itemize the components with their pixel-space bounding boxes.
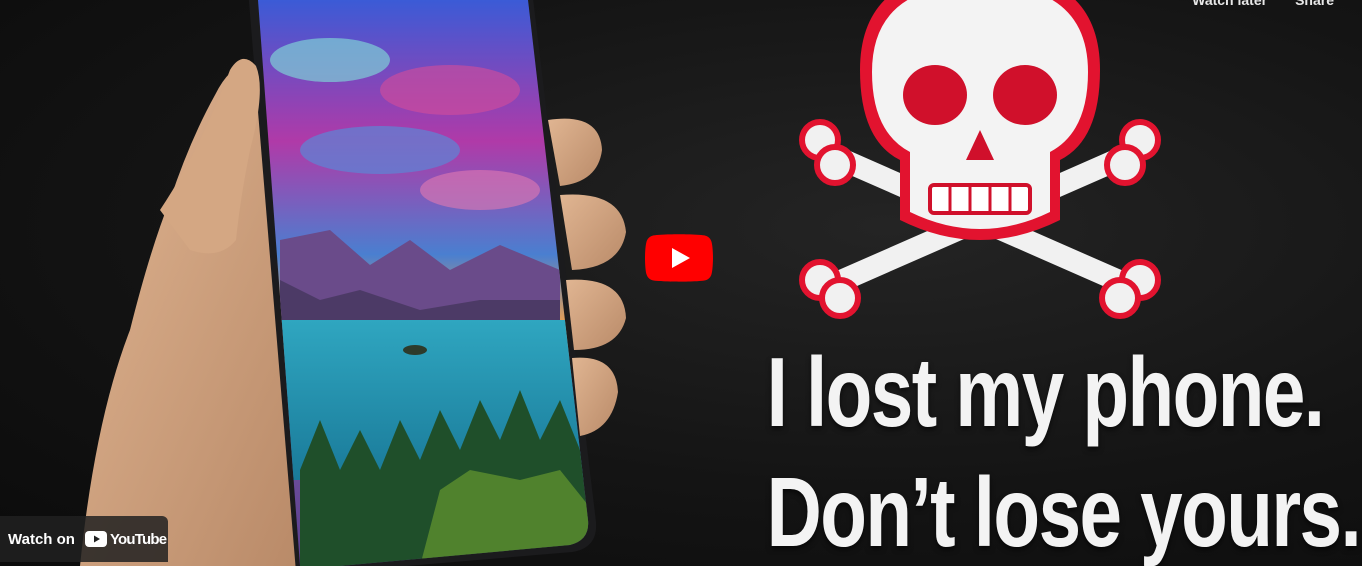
- youtube-logo: YouTube: [84, 530, 167, 548]
- phone-in-hand-image: [80, 0, 626, 566]
- headline-line-1: I lost my phone.: [766, 337, 1325, 447]
- skull-crossbones-icon: [799, 0, 1161, 319]
- watch-on-youtube-button[interactable]: Watch on YouTube: [0, 516, 168, 562]
- video-embed[interactable]: I lost my phone. Don’t lose yours. Watch…: [0, 0, 1362, 566]
- youtube-logo-icon: [84, 531, 107, 547]
- watch-on-label: Watch on: [8, 530, 75, 548]
- share-button[interactable]: Share: [1295, 0, 1334, 8]
- watch-later-button[interactable]: Watch later: [1192, 0, 1267, 8]
- play-button[interactable]: [645, 234, 713, 282]
- youtube-wordmark: YouTube: [109, 530, 167, 548]
- thumbnail-headline: I lost my phone. Don’t lose yours.: [705, 335, 1362, 566]
- headline-line-2: Don’t lose yours.: [766, 457, 1362, 566]
- top-actions: Watch later Share: [1192, 0, 1334, 8]
